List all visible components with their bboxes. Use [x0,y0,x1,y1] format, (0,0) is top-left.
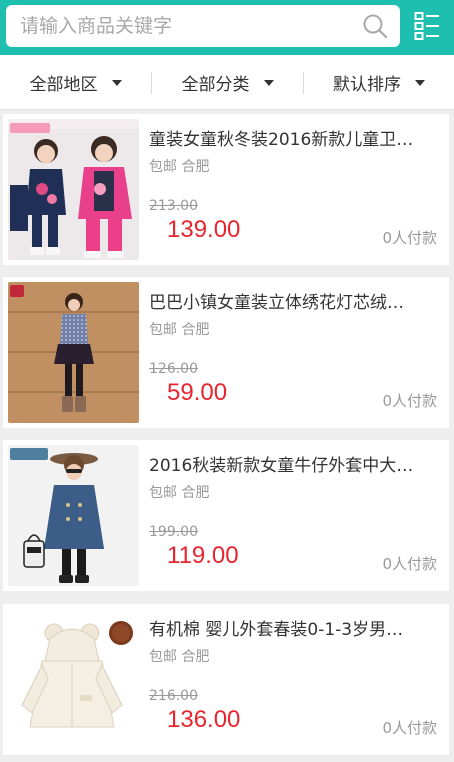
product-title[interactable]: 巴巴小镇女童装立体绣花灯芯绒… [149,288,439,313]
payment-count: 0人付款 [382,392,437,410]
caret-down-icon [111,79,122,86]
product-title[interactable]: 童装女童秋冬装2016新款儿童卫… [149,125,439,150]
caret-down-icon [415,79,425,86]
product-image[interactable] [8,609,139,750]
filter-region-label: 全部地区 [29,75,98,95]
search-input[interactable] [20,5,350,47]
search-icon[interactable] [362,13,388,39]
filter-region[interactable]: 全部地区 [0,55,151,110]
original-price: 213.00 [149,198,198,214]
original-price: 216.00 [149,688,198,704]
product-card[interactable]: 童装女童秋冬装2016新款儿童卫… 包邮 合肥 213.00 139.00 0人… [3,114,449,265]
product-image[interactable] [8,282,139,423]
filter-sort-label: 默认排序 [333,75,401,95]
location-label: 合肥 [181,649,210,665]
product-title[interactable]: 2016秋装新款女童牛仔外套中大… [149,451,439,476]
product-meta: 包邮 合肥 [149,156,209,176]
header [0,0,454,55]
original-price: 199.00 [149,524,198,540]
filter-category-label: 全部分类 [181,75,250,95]
location-label: 合肥 [181,159,210,175]
shipping-label: 包邮 [149,649,177,665]
product-image[interactable] [8,119,139,260]
filter-bar: 全部地区 全部分类 默认排序 [0,55,454,110]
payment-count: 0人付款 [382,555,437,573]
filter-sort[interactable]: 默认排序 [304,55,454,110]
sale-price: 119.00 [167,542,239,569]
sale-price: 139.00 [167,216,241,243]
payment-count: 0人付款 [382,229,437,247]
shipping-label: 包邮 [149,159,177,175]
sale-price: 136.00 [167,706,241,733]
product-title[interactable]: 有机棉 婴儿外套春装0-1-3岁男… [149,615,439,640]
sale-price: 59.00 [167,379,228,406]
filter-category[interactable]: 全部分类 [152,55,303,110]
caret-down-icon [263,79,274,86]
product-meta: 包邮 合肥 [149,646,209,666]
product-card[interactable]: 巴巴小镇女童装立体绣花灯芯绒… 包邮 合肥 126.00 59.00 0人付款 [3,277,449,428]
product-meta: 包邮 合肥 [149,319,209,339]
original-price: 126.00 [149,361,198,377]
location-label: 合肥 [181,485,210,501]
product-card[interactable]: 有机棉 婴儿外套春装0-1-3岁男… 包邮 合肥 216.00 136.00 0… [3,604,449,755]
product-image[interactable] [8,445,139,586]
shipping-label: 包邮 [149,322,177,338]
list-menu-icon[interactable] [414,11,440,41]
location-label: 合肥 [181,322,210,338]
payment-count: 0人付款 [382,719,437,737]
product-meta: 包邮 合肥 [149,482,209,502]
search-box[interactable] [6,5,400,47]
product-card[interactable]: 2016秋装新款女童牛仔外套中大… 包邮 合肥 199.00 119.00 0人… [3,440,449,591]
shipping-label: 包邮 [149,485,177,501]
